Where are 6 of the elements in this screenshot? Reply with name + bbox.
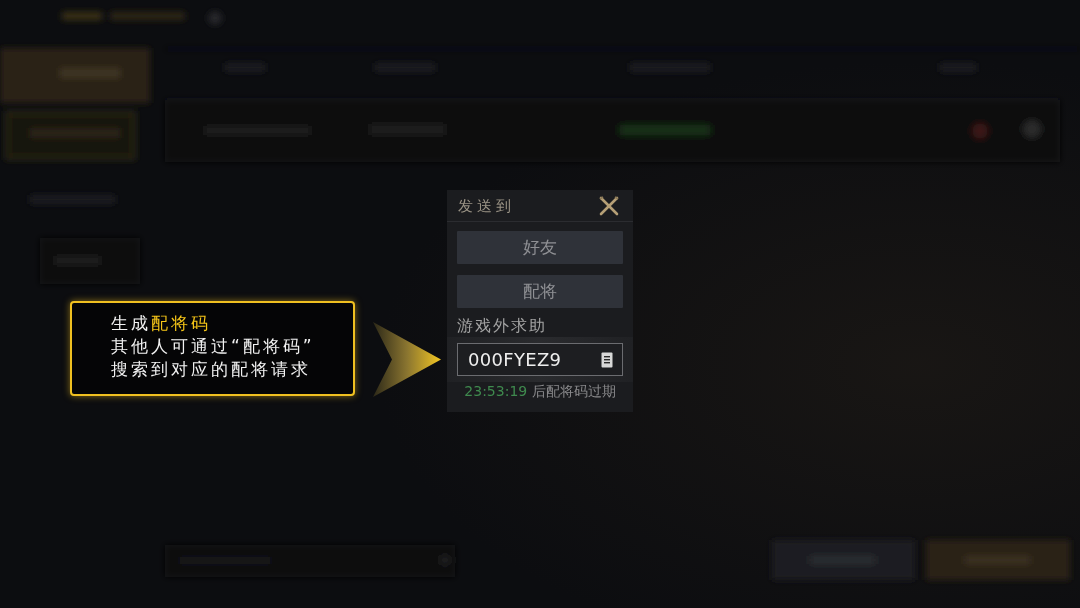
callout-text: 生成配将码 [111, 312, 211, 335]
dialog-title: 发送到 [458, 195, 515, 216]
callout-text: 搜索到对应的配将请求 [111, 358, 311, 381]
callout-text: 其他人可通过“配将码” [111, 335, 315, 358]
expiry-text: 23:53:19 后配将码过期 [463, 382, 617, 400]
section-label: 游戏外求助 [457, 316, 548, 336]
